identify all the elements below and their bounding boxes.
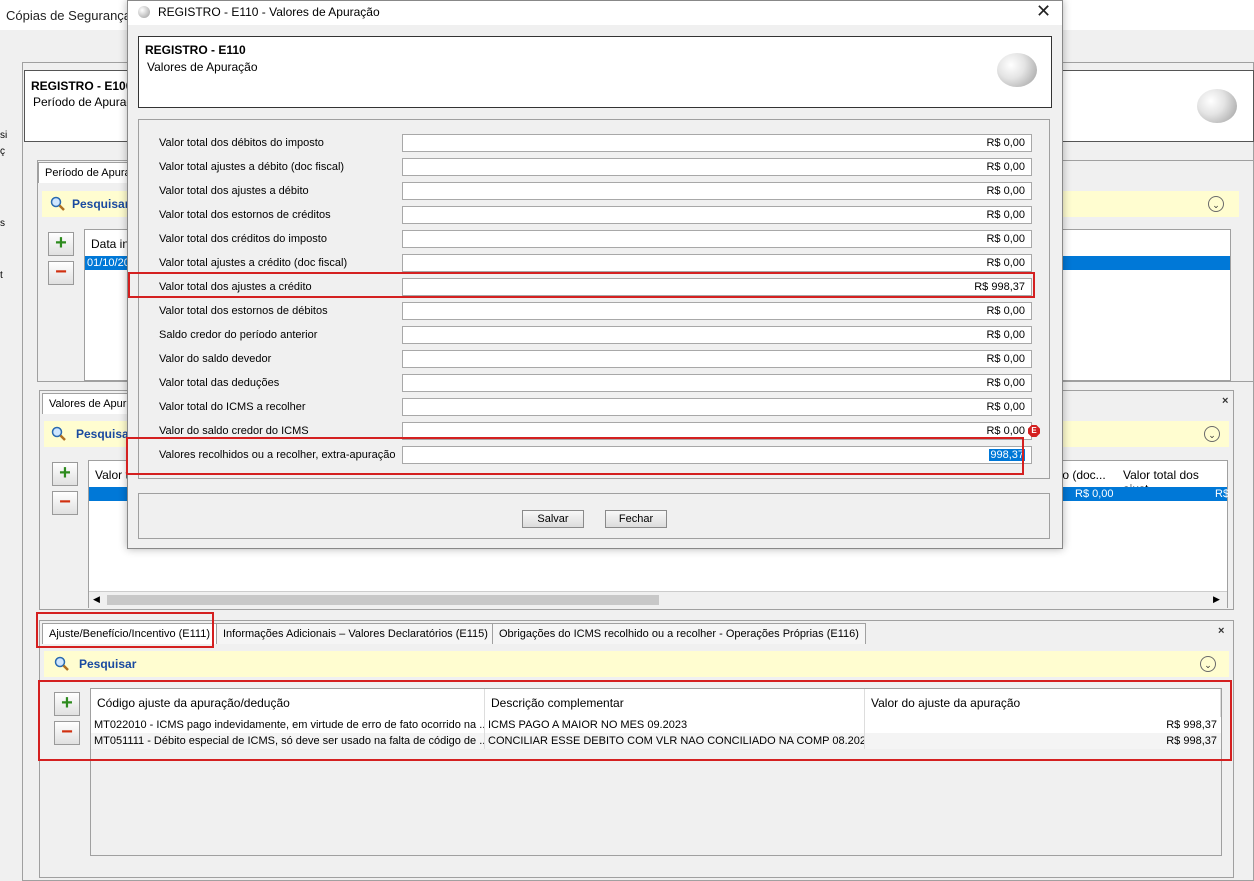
expand-icon[interactable]: ⌄ (1200, 656, 1216, 672)
field-input[interactable]: R$ 0,00 (402, 230, 1032, 248)
tab-e115[interactable]: Informações Adicionais – Valores Declara… (216, 623, 495, 644)
field-input[interactable]: R$ 0,00 (402, 254, 1032, 272)
search-icon[interactable] (54, 656, 70, 672)
search-icon[interactable] (51, 426, 67, 442)
search-icon[interactable] (50, 196, 66, 212)
add-button[interactable]: + (52, 462, 78, 486)
logo-globe-icon (1197, 89, 1237, 123)
left-strip-text: s (0, 218, 5, 229)
scroll-left-icon[interactable]: ◀ (93, 594, 100, 605)
field-label: Valor total dos estornos de créditos (159, 209, 331, 221)
highlight-box (38, 680, 1232, 761)
dialog-head-subtitle: Valores de Apuração (147, 60, 258, 74)
left-strip-text: si (0, 130, 8, 141)
field-input[interactable]: R$ 0,00 (402, 350, 1032, 368)
expand-icon[interactable]: ⌄ (1208, 196, 1224, 212)
scroll-right-icon[interactable]: ▶ (1213, 594, 1220, 605)
remove-button[interactable]: − (52, 491, 78, 515)
save-button[interactable]: Salvar (522, 510, 584, 528)
expand-icon[interactable]: ⌄ (1204, 426, 1220, 442)
field-label: Valor total dos ajustes a débito (159, 185, 309, 197)
left-strip: si ç s t (0, 58, 22, 881)
row-value: R$ 0,00 (1075, 488, 1114, 500)
field-label: Valor total dos estornos de débitos (159, 305, 328, 317)
dialog-header: REGISTRO - E110 Valores de Apuração (138, 36, 1052, 108)
col-first: Valor t (95, 468, 129, 482)
tab-e116[interactable]: Obrigações do ICMS recolhido ou a recolh… (492, 623, 866, 644)
logo-globe-icon (997, 53, 1037, 87)
highlight-box (126, 437, 1024, 475)
col-date: Data in (91, 237, 130, 251)
remove-button[interactable]: − (48, 261, 74, 285)
close-icon[interactable]: × (1218, 625, 1224, 637)
error-icon: E (1028, 425, 1040, 437)
menu-backups[interactable]: Cópias de Segurança (6, 8, 131, 23)
tab-period[interactable]: Período de Apura (38, 162, 138, 183)
scroll-thumb[interactable] (107, 595, 659, 605)
left-strip-text: ç (0, 146, 5, 157)
dialog-titlebar: REGISTRO - E110 - Valores de Apuração ✕ (128, 1, 1062, 25)
dialog-title: REGISTRO - E110 - Valores de Apuração (158, 5, 380, 19)
field-input[interactable]: R$ 0,00 (402, 302, 1032, 320)
bottom-search-bar: Pesquisar ⌄ (44, 651, 1229, 677)
field-input[interactable]: R$ 0,00 (402, 374, 1032, 392)
field-label: Valor total dos débitos do imposto (159, 137, 324, 149)
dialog-head-title: REGISTRO - E110 (145, 43, 246, 57)
search-label[interactable]: Pesquisar (79, 657, 136, 671)
field-input[interactable]: R$ 0,00 (402, 206, 1032, 224)
field-input[interactable]: R$ 0,00 (402, 158, 1032, 176)
left-strip-text: t (0, 270, 3, 281)
row-date: 01/10/20 (87, 257, 130, 269)
field-label: Valor total dos créditos do imposto (159, 233, 327, 245)
tab-values[interactable]: Valores de Apur (42, 393, 134, 414)
dialog-button-bar: Salvar Fechar (138, 493, 1050, 539)
field-label: Valor total ajustes a crédito (doc fisca… (159, 257, 348, 269)
field-input[interactable]: R$ 0,00 (402, 134, 1032, 152)
values-form: Valor total dos débitos do imposto R$ 0,… (138, 119, 1050, 479)
add-button[interactable]: + (48, 232, 74, 256)
field-label: Valor total ajustes a débito (doc fiscal… (159, 161, 345, 173)
field-input[interactable]: R$ 0,00 (402, 182, 1032, 200)
col-debito: to (doc... (1059, 468, 1106, 482)
close-button[interactable]: Fechar (605, 510, 667, 528)
search-label[interactable]: Pesquisa (76, 427, 129, 441)
close-icon[interactable]: × (1222, 395, 1228, 407)
field-label: Saldo credor do período anterior (159, 329, 318, 341)
row-value: R$ (1215, 488, 1230, 500)
field-input[interactable]: R$ 0,00 (402, 326, 1032, 344)
horizontal-scrollbar[interactable]: ◀ ▶ (89, 591, 1227, 608)
field-input[interactable]: R$ 0,00 (402, 398, 1032, 416)
field-label: Valor do saldo devedor (159, 353, 272, 365)
page-title: REGISTRO - E100 (31, 79, 133, 93)
page-subtitle: Período de Apuraçã (33, 95, 140, 109)
search-label[interactable]: Pesquisar (72, 197, 129, 211)
close-icon[interactable]: ✕ (1036, 1, 1051, 22)
app-icon (138, 6, 150, 18)
highlight-box (36, 612, 214, 648)
field-label: Valor total do ICMS a recolher (159, 401, 306, 413)
field-label: Valor total das deduções (159, 377, 280, 389)
highlight-box (128, 272, 1035, 298)
grid-empty-area (91, 749, 1221, 855)
